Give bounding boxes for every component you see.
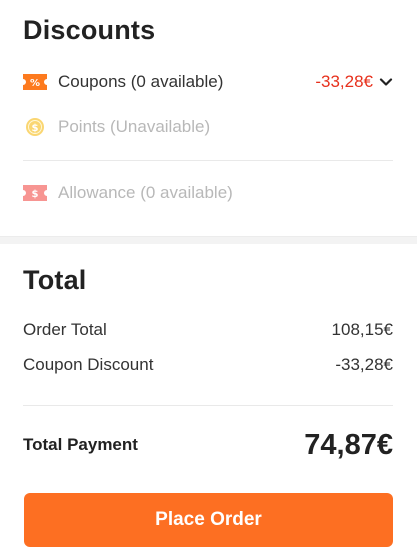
svg-text:$: $	[32, 189, 39, 200]
discounts-title: Discounts	[23, 15, 156, 45]
svg-text:$: $	[32, 123, 39, 134]
coupons-row[interactable]: % Coupons (0 available) -33,28€	[23, 69, 393, 95]
section-separator	[0, 236, 417, 244]
chevron-down-icon[interactable]	[379, 75, 393, 89]
divider	[23, 160, 393, 161]
total-payment-value: 74,87€	[304, 428, 393, 461]
allowance-ticket-icon: $	[23, 184, 47, 202]
coupon-discount-row: Coupon Discount -33,28€	[23, 355, 393, 375]
coupon-percent-icon: %	[23, 73, 47, 91]
allowance-label: Allowance (0 available)	[58, 183, 233, 202]
coupons-label: Coupons (0 available)	[58, 72, 224, 91]
discounts-section: Discounts % Coupons (0 available) -33,28…	[0, 0, 417, 236]
coupon-discount-label: Coupon Discount	[23, 355, 154, 374]
total-payment-row: Total Payment 74,87€	[23, 427, 393, 463]
coupons-amount: -33,28€	[315, 72, 373, 91]
order-total-value: 108,15€	[331, 320, 393, 339]
order-total-row: Order Total 108,15€	[23, 320, 393, 340]
divider	[23, 405, 393, 406]
svg-text:%: %	[30, 78, 40, 89]
total-title: Total	[23, 265, 87, 295]
place-order-button[interactable]: Place Order	[24, 493, 393, 547]
points-label: Points (Unavailable)	[58, 117, 211, 136]
coupon-discount-value: -33,28€	[335, 355, 393, 374]
allowance-row: $ Allowance (0 available)	[23, 180, 393, 206]
order-total-label: Order Total	[23, 320, 107, 339]
total-payment-label: Total Payment	[23, 435, 138, 454]
coin-icon: $	[23, 118, 47, 136]
total-section: Total Order Total 108,15€ Coupon Discoun…	[0, 244, 417, 558]
points-row: $ Points (Unavailable)	[23, 114, 393, 140]
